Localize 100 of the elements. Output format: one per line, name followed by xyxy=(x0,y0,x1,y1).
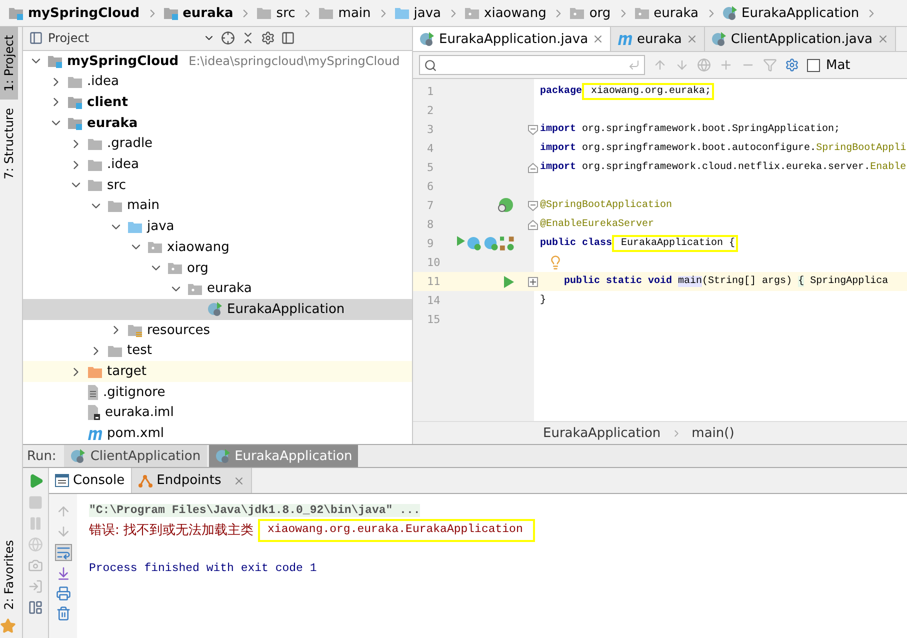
tree-item[interactable]: mySpringCloud E:\idea\springcloud\mySpringCloud xyxy=(23,50,412,72)
endpoints-icon xyxy=(138,474,153,488)
module-folder-icon xyxy=(67,116,83,130)
fold-expand-icon[interactable] xyxy=(528,276,538,286)
tree-item[interactable]: target xyxy=(23,361,412,382)
line-number: 8 xyxy=(426,218,435,231)
tree-item[interactable]: euraka xyxy=(23,278,412,300)
fold-marker-icon[interactable] xyxy=(528,200,538,210)
locate-icon[interactable] xyxy=(221,31,235,46)
editor-tab[interactable]: EurakaApplication.java xyxy=(413,27,612,51)
tree-item-label: main xyxy=(127,198,160,214)
lightbulb-icon[interactable] xyxy=(548,255,563,270)
spring-class-icon[interactable] xyxy=(467,235,482,252)
spring-class-icon[interactable] xyxy=(484,235,498,252)
folder-icon xyxy=(87,136,103,151)
spring-class-icon xyxy=(70,448,86,464)
fold-marker-icon[interactable] xyxy=(528,162,538,172)
star-icon[interactable] xyxy=(0,618,16,634)
settings-icon[interactable] xyxy=(261,31,275,46)
trash-icon[interactable] xyxy=(56,606,70,621)
run-tab[interactable]: ClientApplication xyxy=(64,445,207,467)
breadcrumb-item[interactable]: java xyxy=(390,6,448,20)
breadcrumb-item[interactable]: org xyxy=(565,6,617,20)
close-icon[interactable] xyxy=(233,474,246,486)
tree-item-label: euraka.iml xyxy=(105,405,174,420)
match-case-checkbox[interactable]: Mat xyxy=(807,58,850,72)
settings-icon[interactable] xyxy=(785,58,799,72)
console-tab[interactable]: Console xyxy=(49,468,132,493)
hide-icon[interactable] xyxy=(281,31,295,46)
tree-item-label: java xyxy=(147,219,174,234)
breadcrumb-item[interactable]: euraka xyxy=(158,6,240,20)
tree-item[interactable]: euraka xyxy=(23,112,412,134)
bean-graph-icon[interactable] xyxy=(500,235,514,252)
resources-folder-icon xyxy=(127,323,143,338)
tree-item[interactable]: .gitignore xyxy=(23,382,412,403)
breadcrumb-item[interactable]: xiaowang xyxy=(460,6,552,20)
module-folder-icon xyxy=(8,6,24,20)
close-icon[interactable] xyxy=(686,33,698,45)
fold-marker-icon[interactable] xyxy=(528,220,538,230)
structure-path-item[interactable]: EurakaApplication xyxy=(543,426,661,440)
module-folder-icon xyxy=(47,54,63,68)
package-icon xyxy=(464,6,480,20)
fold-marker-icon[interactable] xyxy=(528,124,538,134)
code-line: public static void main(String[] args) { SpringApplica xyxy=(563,276,888,287)
scroll-to-end-icon[interactable] xyxy=(56,566,70,581)
breadcrumb-item[interactable]: src xyxy=(252,6,302,20)
source-folder-icon xyxy=(394,6,410,20)
editor-tab[interactable]: euraka xyxy=(611,27,705,51)
tool-window-tab[interactable]: 1: Project xyxy=(0,27,18,100)
tree-item[interactable]: src xyxy=(23,174,412,196)
tool-window-tab[interactable]: 7: Structure xyxy=(0,100,18,187)
spring-class-icon xyxy=(710,31,727,47)
code-line: } xyxy=(540,295,546,306)
package-icon xyxy=(167,261,183,276)
breadcrumb-item[interactable]: EurakaApplication xyxy=(718,5,866,21)
tree-item[interactable]: EurakaApplication xyxy=(23,299,412,320)
tree-item[interactable]: pom.xml xyxy=(23,423,412,444)
soft-wrap-toggle[interactable] xyxy=(54,544,72,561)
line-number: 5 xyxy=(426,161,435,174)
excluded-folder-icon xyxy=(87,364,103,379)
tree-item-label: .idea xyxy=(107,157,139,172)
tree-item-label: test xyxy=(127,343,152,358)
breadcrumb-item[interactable]: mySpringCloud xyxy=(4,6,146,20)
tree-item[interactable]: .gradle xyxy=(23,133,412,154)
tree-item[interactable]: .idea xyxy=(23,154,412,175)
close-icon[interactable] xyxy=(592,33,604,45)
tree-item[interactable]: resources xyxy=(23,320,412,341)
search-field[interactable] xyxy=(419,55,645,75)
folder-icon xyxy=(87,158,103,172)
console-output-line: 错误: 找不到或无法加载主类 xyxy=(89,522,254,539)
breadcrumb-item[interactable]: euraka xyxy=(630,6,704,20)
project-path: E:\idea\springcloud\mySpringCloud xyxy=(188,54,400,68)
tree-item[interactable]: xiaowang xyxy=(23,237,412,258)
tree-item-label: target xyxy=(107,364,147,380)
code-line: import org.springframework.boot.SpringApplication; xyxy=(540,124,840,135)
tree-item[interactable]: main xyxy=(23,196,412,216)
breadcrumb-item[interactable]: main xyxy=(314,6,377,20)
spring-bean-icon[interactable] xyxy=(496,196,514,214)
tree-item[interactable]: .idea xyxy=(23,71,412,92)
run-icon[interactable] xyxy=(456,235,466,247)
tree-item[interactable]: test xyxy=(23,340,412,362)
tool-window-tab[interactable]: 2: Favorites xyxy=(0,532,18,618)
package-icon xyxy=(147,240,163,254)
code-line: @EnableEurekaServer xyxy=(540,219,654,230)
tree-item[interactable]: java xyxy=(23,216,412,237)
run-icon[interactable] xyxy=(28,473,44,489)
layout-icon[interactable] xyxy=(28,600,43,615)
console-tab[interactable]: Endpoints xyxy=(132,468,252,493)
run-icon[interactable] xyxy=(504,276,514,288)
structure-path-item[interactable]: main() xyxy=(692,426,734,440)
editor-tab[interactable]: ClientApplication.java xyxy=(704,27,896,51)
print-icon[interactable] xyxy=(56,586,70,601)
source-folder-icon xyxy=(127,220,143,234)
line-number: 1 xyxy=(426,85,435,98)
tree-item[interactable]: org xyxy=(23,258,412,278)
close-icon[interactable] xyxy=(876,33,889,45)
tree-item[interactable]: euraka.iml xyxy=(23,402,412,424)
tree-item[interactable]: client xyxy=(23,92,412,113)
console-icon xyxy=(55,474,69,487)
tree-item-label: euraka xyxy=(87,116,138,131)
